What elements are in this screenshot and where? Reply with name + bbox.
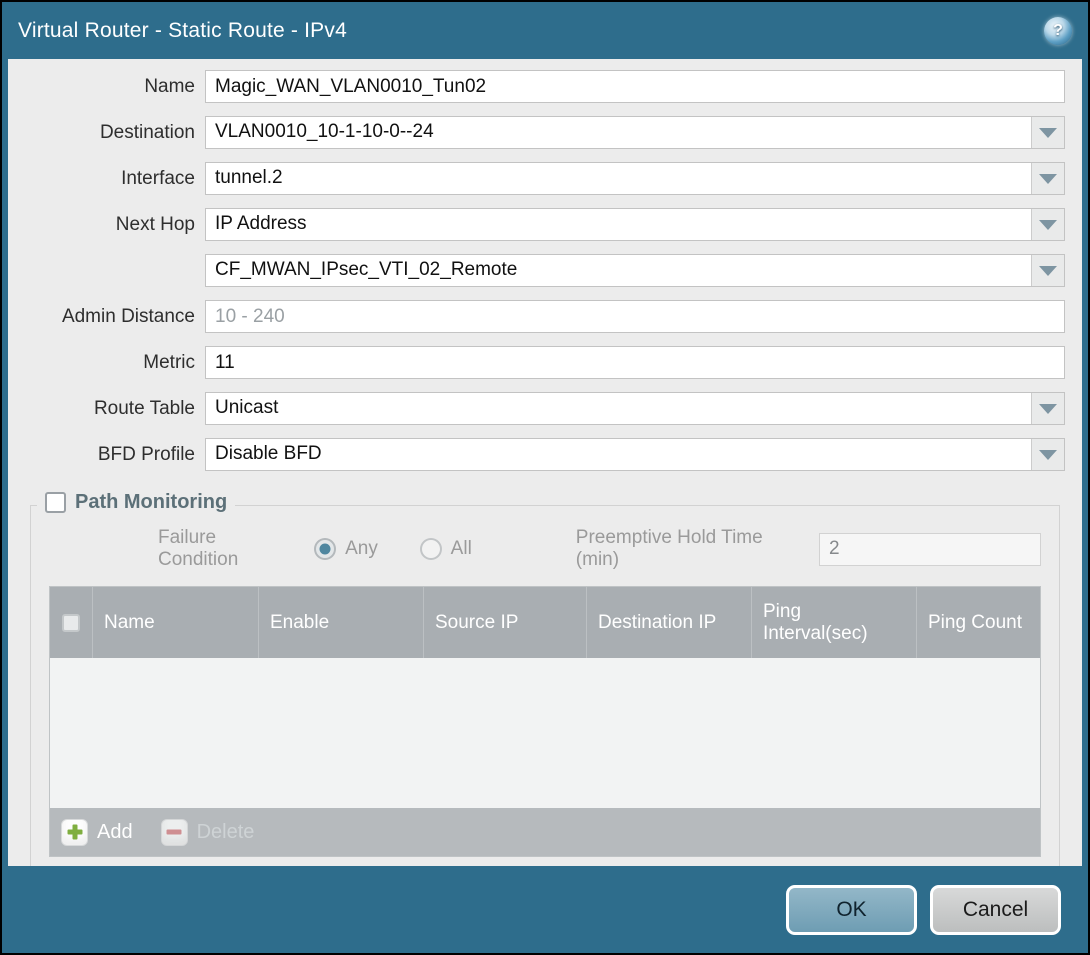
column-header-ping-interval: Ping Interval(sec)	[751, 587, 916, 658]
path-monitoring-section: Path Monitoring Failure Condition Any Al…	[30, 505, 1060, 866]
interface-dropdown[interactable]: tunnel.2	[205, 162, 1065, 195]
chevron-down-icon[interactable]	[1031, 163, 1064, 194]
next-hop-address-value: CF_MWAN_IPsec_VTI_02_Remote	[206, 255, 1031, 286]
name-input[interactable]	[205, 70, 1065, 103]
path-monitoring-table: Name Enable Source IP Destination IP Pin…	[49, 586, 1041, 857]
route-table-value: Unicast	[206, 393, 1031, 424]
ok-button[interactable]: OK	[786, 885, 917, 935]
admin-distance-input[interactable]	[205, 300, 1065, 333]
dialog-titlebar: Virtual Router - Static Route - IPv4 ?	[2, 2, 1088, 59]
next-hop-address-dropdown[interactable]: CF_MWAN_IPsec_VTI_02_Remote	[205, 254, 1065, 287]
bfd-profile-dropdown[interactable]: Disable BFD	[205, 438, 1065, 471]
dialog-footer: OK Cancel	[2, 866, 1088, 953]
admin-distance-label: Admin Distance	[8, 306, 205, 328]
route-table-dropdown[interactable]: Unicast	[205, 392, 1065, 425]
chevron-down-icon[interactable]	[1031, 117, 1064, 148]
path-monitoring-legend: Path Monitoring	[37, 491, 235, 514]
failure-condition-row: Failure Condition Any All Preemptive Hol…	[49, 531, 1041, 567]
bfd-profile-value: Disable BFD	[206, 439, 1031, 470]
destination-value: VLAN0010_10-1-10-0--24	[206, 117, 1031, 148]
column-header-ping-count: Ping Count	[916, 587, 1040, 658]
question-mark-glyph: ?	[1053, 22, 1063, 40]
cancel-button[interactable]: Cancel	[930, 885, 1061, 935]
dialog-frame: Virtual Router - Static Route - IPv4 ? N…	[2, 2, 1088, 953]
bfd-profile-label: BFD Profile	[8, 444, 205, 466]
failure-condition-all-label: All	[451, 538, 472, 560]
table-header-row: Name Enable Source IP Destination IP Pin…	[50, 587, 1040, 658]
name-row: Name	[8, 70, 1082, 103]
chevron-down-icon[interactable]	[1031, 439, 1064, 470]
route-table-row: Route Table Unicast	[8, 392, 1082, 425]
interface-value: tunnel.2	[206, 163, 1031, 194]
help-icon[interactable]: ?	[1044, 17, 1072, 45]
column-header-source-ip: Source IP	[423, 587, 586, 658]
metric-label: Metric	[8, 352, 205, 374]
next-hop-address-row: CF_MWAN_IPsec_VTI_02_Remote	[8, 254, 1082, 287]
table-header-select-all	[50, 587, 92, 658]
chevron-down-icon[interactable]	[1031, 393, 1064, 424]
destination-row: Destination VLAN0010_10-1-10-0--24	[8, 116, 1082, 149]
failure-condition-all-radio[interactable]	[420, 538, 442, 560]
failure-condition-label: Failure Condition	[158, 527, 300, 571]
column-header-enable: Enable	[258, 587, 423, 658]
add-button-label: Add	[97, 821, 133, 844]
name-label: Name	[8, 76, 205, 98]
next-hop-row: Next Hop IP Address	[8, 208, 1082, 241]
preemptive-hold-time-label: Preemptive Hold Time (min)	[576, 527, 809, 571]
admin-distance-row: Admin Distance	[8, 300, 1082, 333]
table-toolbar: Add Delete	[50, 808, 1040, 856]
delete-button-label: Delete	[197, 821, 255, 844]
plus-icon	[61, 819, 88, 846]
next-hop-type-value: IP Address	[206, 209, 1031, 240]
destination-dropdown[interactable]: VLAN0010_10-1-10-0--24	[205, 116, 1065, 149]
path-monitoring-checkbox[interactable]	[45, 492, 66, 513]
chevron-down-icon[interactable]	[1031, 209, 1064, 240]
preemptive-hold-time-input[interactable]	[819, 533, 1041, 566]
route-table-label: Route Table	[8, 398, 205, 420]
metric-row: Metric	[8, 346, 1082, 379]
failure-condition-any-label: Any	[345, 538, 378, 560]
minus-icon	[161, 819, 188, 846]
add-button[interactable]: Add	[61, 819, 133, 846]
next-hop-label: Next Hop	[8, 214, 205, 236]
bfd-profile-row: BFD Profile Disable BFD	[8, 438, 1082, 471]
dialog-body: Name Destination VLAN0010_10-1-10-0--24 …	[8, 59, 1082, 866]
table-body-empty	[50, 658, 1040, 808]
chevron-down-icon[interactable]	[1031, 255, 1064, 286]
column-header-name: Name	[92, 587, 258, 658]
metric-input[interactable]	[205, 346, 1065, 379]
select-all-checkbox[interactable]	[62, 614, 80, 632]
dialog-title: Virtual Router - Static Route - IPv4	[18, 19, 1044, 43]
interface-row: Interface tunnel.2	[8, 162, 1082, 195]
next-hop-type-dropdown[interactable]: IP Address	[205, 208, 1065, 241]
delete-button[interactable]: Delete	[161, 819, 255, 846]
interface-label: Interface	[8, 168, 205, 190]
column-header-destination-ip: Destination IP	[586, 587, 751, 658]
destination-label: Destination	[8, 122, 205, 144]
path-monitoring-title: Path Monitoring	[75, 491, 227, 514]
failure-condition-any-radio[interactable]	[314, 538, 336, 560]
